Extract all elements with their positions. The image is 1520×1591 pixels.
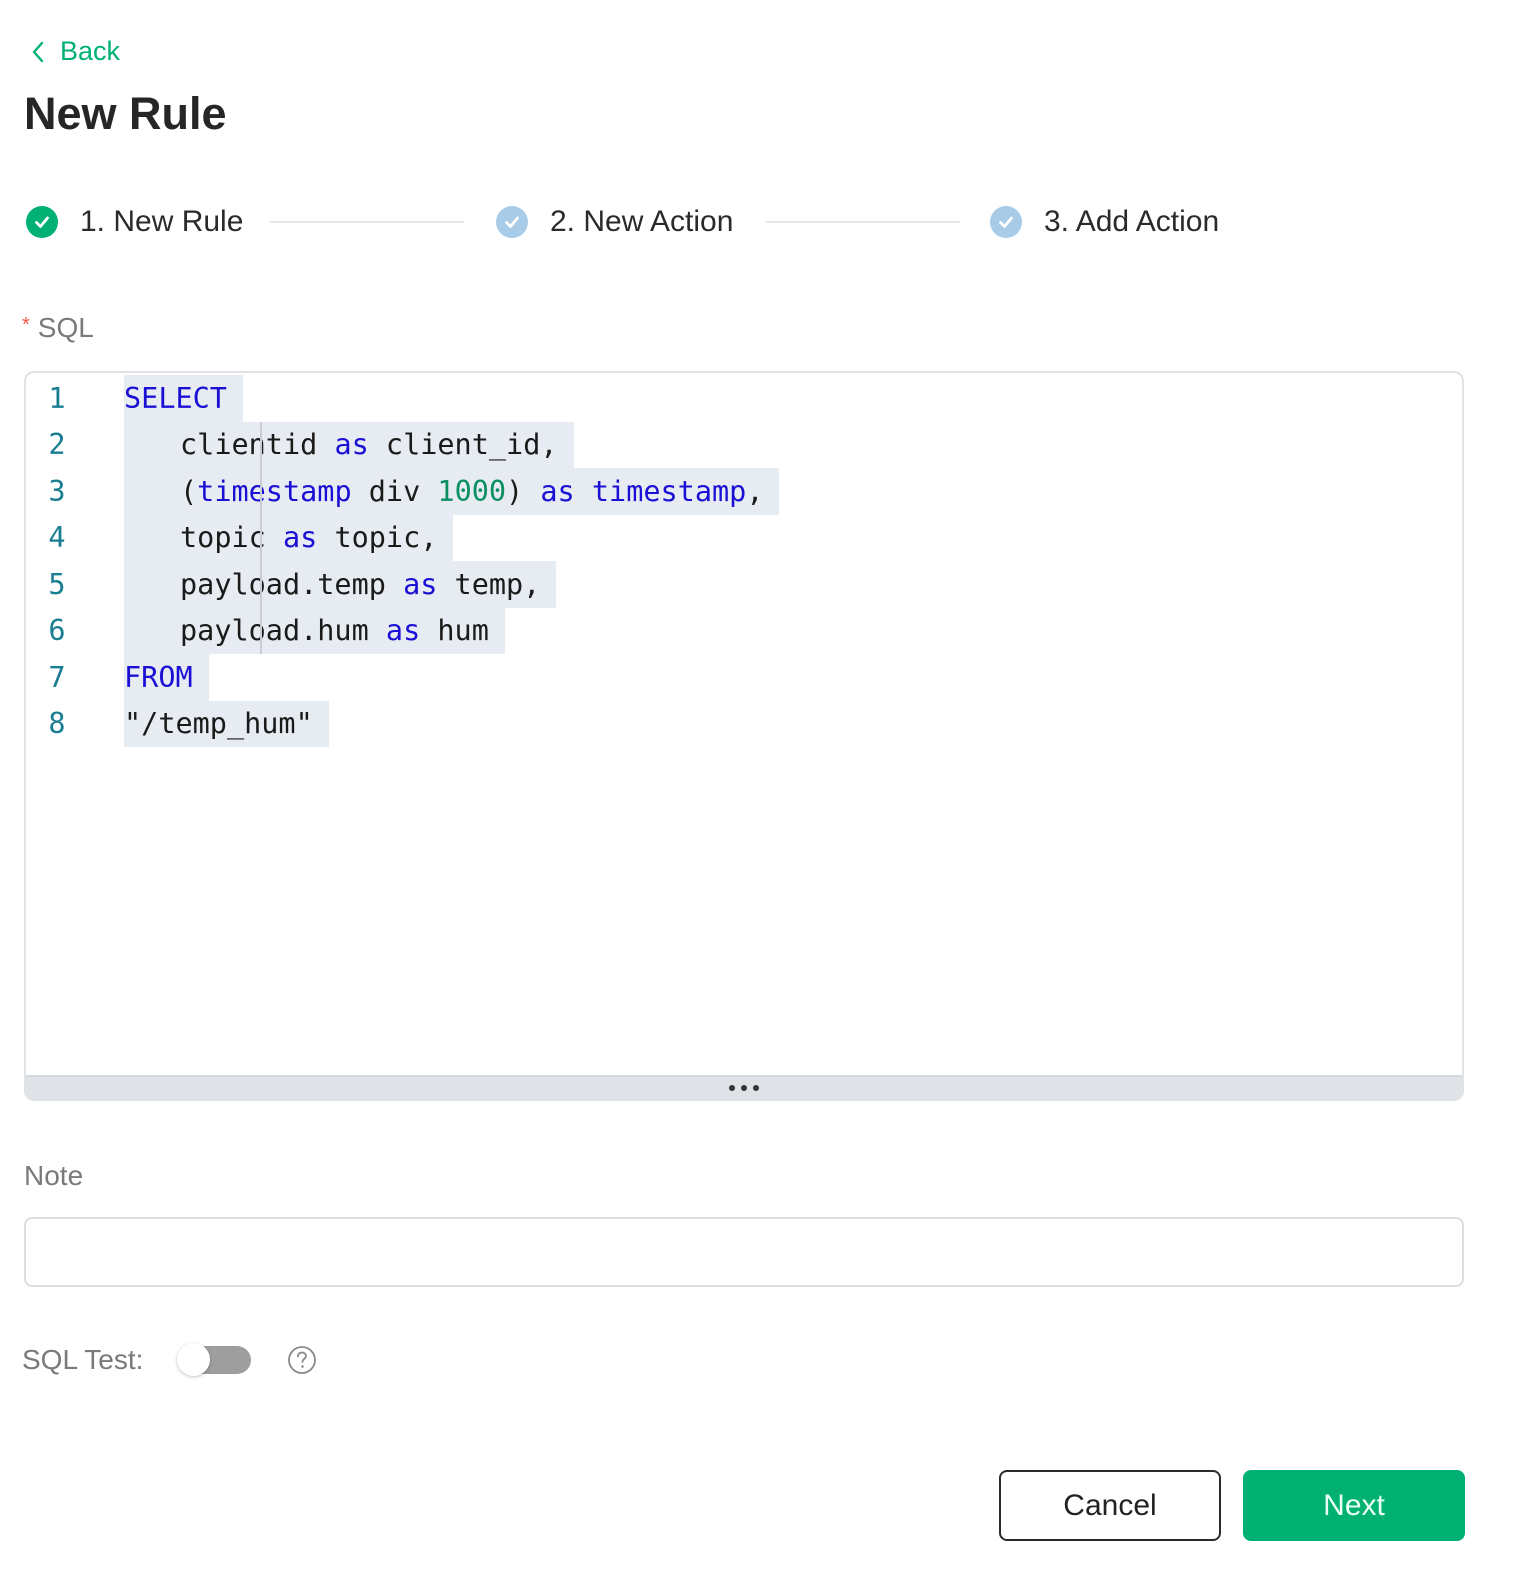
toggle-knob (177, 1343, 211, 1376)
indent-guide (260, 561, 262, 608)
code-token: payload.hum (180, 614, 386, 648)
more-horizontal-icon (726, 1085, 762, 1091)
sql-test-toggle[interactable] (177, 1343, 252, 1376)
keyword-token: as (540, 474, 575, 508)
next-button[interactable]: Next (1243, 1470, 1465, 1541)
code-line: 7 FROM (26, 654, 1462, 701)
code-text: FROM (124, 654, 209, 701)
code-text: "/temp_hum" (124, 700, 329, 747)
back-link[interactable]: Back (26, 36, 120, 67)
required-mark: * (22, 314, 30, 336)
code-token: , (746, 474, 764, 508)
code-line: 5 payload.temp as temp, (26, 561, 1462, 608)
code-token: topic (180, 521, 283, 555)
code-line: 8 "/temp_hum" (26, 700, 1462, 747)
line-number: 3 (48, 474, 66, 508)
keyword-token: timestamp (197, 474, 352, 508)
back-label: Back (60, 36, 121, 66)
sql-editor[interactable]: 1 SELECT 2 clientid as client_id, 3(timestam… (24, 371, 1464, 1101)
code-line: 2 clientid as client_id, (26, 421, 1462, 468)
chevron-left-icon (32, 41, 44, 62)
note-input[interactable] (24, 1217, 1464, 1287)
check-circle-icon (990, 206, 1022, 238)
code-line: 3(timestamp div 1000) as timestamp, (26, 468, 1462, 515)
step-connector (766, 221, 960, 223)
keyword-token: as (334, 428, 369, 462)
code-token: client_id, (368, 428, 558, 462)
stepper: 1. New Rule 2. New Action 3. Add Action (26, 200, 1326, 244)
step-new-rule: 1. New Rule (26, 200, 243, 244)
keyword-token: FROM (124, 660, 193, 694)
code-area[interactable]: 1 SELECT 2 clientid as client_id, 3(timestam… (26, 375, 1462, 747)
line-number: 6 (48, 614, 66, 648)
check-circle-icon (496, 206, 528, 238)
sql-test-row: SQL Test: (22, 1343, 317, 1376)
check-circle-icon (26, 206, 58, 238)
line-number: 1 (48, 381, 66, 415)
code-token: ( (180, 474, 198, 508)
code-token: div (351, 474, 438, 508)
step-connector (270, 221, 464, 223)
indent-guide (260, 514, 262, 561)
step-label: 1. New Rule (80, 205, 244, 238)
code-text: payload.hum as hum (124, 607, 505, 654)
code-text: payload.temp as temp, (124, 561, 557, 608)
code-token: ) (506, 474, 541, 508)
step-add-action: 3. Add Action (990, 200, 1219, 244)
step-label: 2. New Action (550, 205, 734, 238)
code-text: (timestamp div 1000) as timestamp, (124, 468, 780, 515)
indent-guide (260, 468, 262, 515)
keyword-token: as (403, 567, 438, 601)
keyword-token: timestamp (591, 474, 747, 508)
cancel-button[interactable]: Cancel (999, 1470, 1221, 1541)
note-field-label: Note (24, 1160, 84, 1191)
code-token: topic, (317, 521, 438, 555)
line-number: 4 (48, 521, 66, 555)
indent-guide (260, 421, 262, 468)
number-token: 1000 (437, 474, 507, 508)
code-line: 6 payload.hum as hum (26, 607, 1462, 654)
keyword-token: as (385, 614, 421, 648)
keyword-token: SELECT (124, 381, 227, 415)
line-number: 7 (48, 660, 66, 694)
editor-resize-handle[interactable] (26, 1075, 1462, 1099)
sql-test-label: SQL Test: (22, 1344, 144, 1375)
sql-label-text: SQL (37, 312, 94, 343)
line-number: 5 (48, 567, 66, 601)
code-line: 4 topic as topic, (26, 514, 1462, 561)
code-token: clientid (180, 428, 335, 462)
code-text: clientid as client_id, (124, 421, 574, 468)
question-circle-icon[interactable] (287, 1345, 317, 1375)
line-number: 8 (48, 707, 66, 741)
indent-guide (260, 607, 262, 654)
code-token: temp, (437, 567, 541, 601)
step-new-action: 2. New Action (496, 200, 733, 244)
code-token: payload.temp (180, 567, 404, 601)
keyword-token: as (282, 521, 318, 555)
step-label: 3. Add Action (1044, 205, 1220, 238)
code-token: "/temp_hum" (124, 707, 313, 741)
code-line: 1 SELECT (26, 375, 1462, 422)
code-text: topic as topic, (124, 514, 454, 561)
code-token: hum (420, 614, 489, 648)
page-title: New Rule (24, 88, 227, 139)
code-text: SELECT (124, 375, 243, 422)
sql-field-label: * SQL (22, 312, 94, 344)
line-number: 2 (48, 428, 66, 462)
